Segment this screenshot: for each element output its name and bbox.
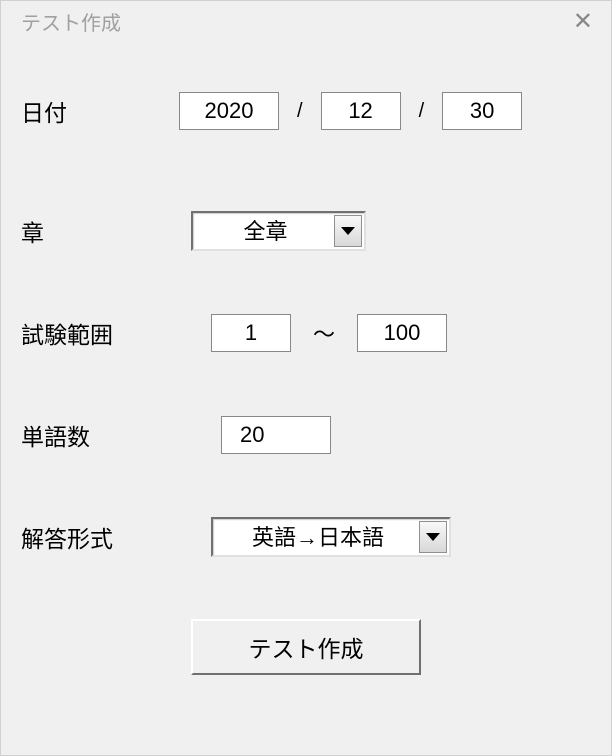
range-from-input[interactable] [211,314,291,352]
date-separator: / [419,100,425,123]
month-input[interactable] [321,92,401,130]
range-to-input[interactable] [357,314,447,352]
date-label: 日付 [21,94,161,128]
day-input[interactable] [442,92,522,130]
answer-format-select[interactable]: 英語→日本語 [211,517,451,557]
word-count-input[interactable] [221,416,331,454]
close-icon[interactable]: ✕ [573,7,593,36]
titlebar: テスト作成 ✕ [1,1,611,41]
chapter-select[interactable]: 全章 [191,211,366,251]
word-count-row: 単語数 [21,415,591,455]
chapter-select-wrap: 全章 [191,211,366,251]
date-separator: / [297,100,303,123]
chapter-label: 章 [21,214,161,248]
dialog-content: 日付 / / 章 全章 試験範囲 ～ 単語数 解答形式 英語→日本語 [1,41,611,695]
range-label: 試験範囲 [21,316,161,350]
year-input[interactable] [179,92,279,130]
window-title: テスト作成 [21,7,121,36]
range-separator: ～ [313,317,335,349]
answer-format-label: 解答形式 [21,520,161,554]
format-select-wrap: 英語→日本語 [211,517,451,557]
create-test-button[interactable]: テスト作成 [191,619,421,675]
submit-row: テスト作成 [21,619,591,675]
answer-format-row: 解答形式 英語→日本語 [21,517,591,557]
date-row: 日付 / / [21,91,591,131]
chapter-row: 章 全章 [21,211,591,251]
word-count-label: 単語数 [21,418,161,452]
range-row: 試験範囲 ～ [21,313,591,353]
